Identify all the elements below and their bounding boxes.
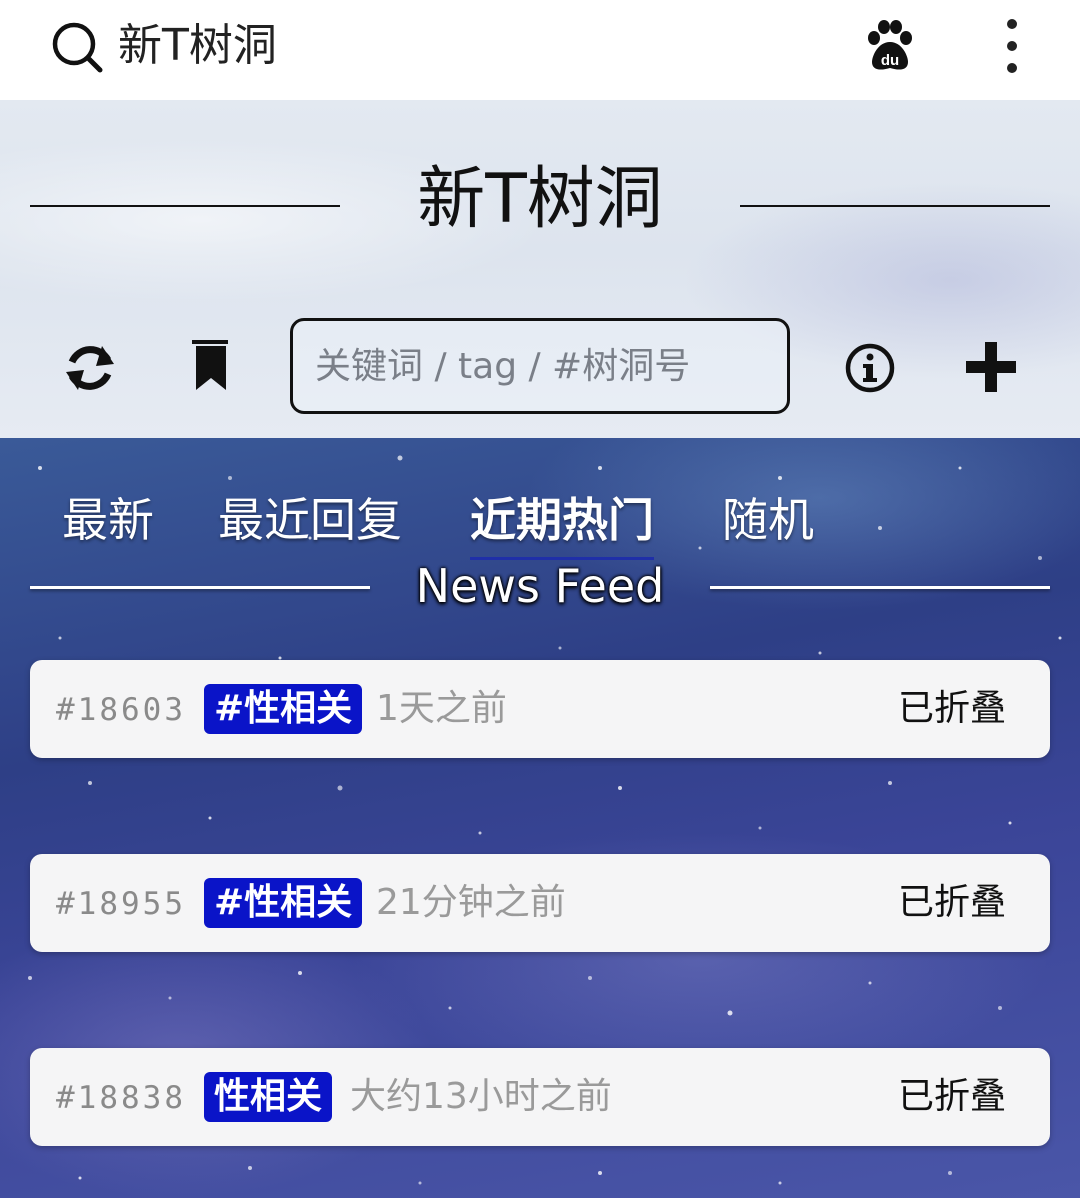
post-time: 大约13小时之前 xyxy=(350,1076,612,1117)
search-query-text[interactable]: 新T树洞 xyxy=(118,18,277,74)
site-title: 新T树洞 xyxy=(417,160,663,239)
post-id: #18603 xyxy=(56,692,186,728)
browser-top-bar: 新T树洞 du xyxy=(0,0,1080,100)
svg-text:du: du xyxy=(881,52,899,69)
post-card[interactable]: #18838 性相关 大约13小时之前 已折叠 xyxy=(30,1048,1050,1146)
title-rule-right xyxy=(740,205,1050,207)
header-banner: 新T树洞 xyxy=(0,100,1080,438)
post-status: 已折叠 xyxy=(897,882,1006,923)
post-tag-badge: 性相关 xyxy=(204,1072,333,1122)
plus-icon[interactable] xyxy=(964,340,1018,394)
post-tag-badge: #性相关 xyxy=(204,684,363,734)
post-status: 已折叠 xyxy=(897,1076,1006,1117)
tab-trending[interactable]: 近期热门 xyxy=(470,490,654,560)
post-tag-badge: #性相关 xyxy=(204,878,363,928)
post-time: 1天之前 xyxy=(376,688,507,729)
post-card[interactable]: #18603 #性相关 1天之前 已折叠 xyxy=(30,660,1050,758)
post-id: #18838 xyxy=(56,1080,186,1116)
search-icon[interactable] xyxy=(50,20,104,74)
tab-latest[interactable]: 最新 xyxy=(62,490,154,550)
tab-recent-replies[interactable]: 最近回复 xyxy=(218,490,402,550)
post-status: 已折叠 xyxy=(897,688,1006,729)
post-id: #18955 xyxy=(56,886,186,922)
feed-rule-right xyxy=(710,586,1050,589)
tab-random[interactable]: 随机 xyxy=(722,490,814,550)
kebab-menu-icon[interactable] xyxy=(994,16,1030,76)
post-time: 21分钟之前 xyxy=(376,882,566,923)
refresh-icon[interactable] xyxy=(62,340,118,396)
baidu-paw-icon[interactable]: du xyxy=(862,18,918,74)
sort-tabs: 最新 最近回复 近期热门 随机 xyxy=(0,438,1080,560)
search-input[interactable] xyxy=(290,318,790,414)
bookmark-icon[interactable] xyxy=(190,340,230,392)
info-icon[interactable] xyxy=(844,342,896,394)
post-card[interactable]: #18955 #性相关 21分钟之前 已折叠 xyxy=(30,854,1050,952)
